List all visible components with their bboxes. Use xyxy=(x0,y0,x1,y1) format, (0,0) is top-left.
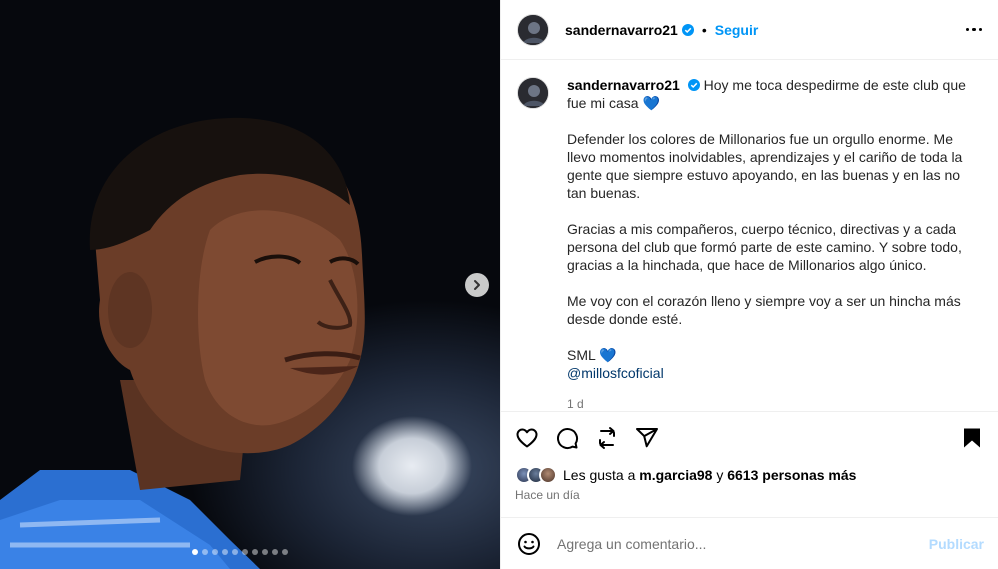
mention-link[interactable]: @millosfcoficial xyxy=(567,364,967,382)
author-username[interactable]: sandernavarro21 xyxy=(565,22,678,38)
post-sidebar: sandernavarro21 • Seguir sandernavarro21… xyxy=(500,0,998,569)
carousel-dot xyxy=(192,549,198,555)
separator-dot: • xyxy=(701,21,707,38)
next-slide-button[interactable] xyxy=(465,273,489,297)
more-options-icon[interactable] xyxy=(965,27,982,32)
caption-paragraph-2: Defender los colores de Millonarios fue … xyxy=(567,131,967,201)
caption-signature-line: SML 💙 xyxy=(567,346,967,364)
blue-heart-emoji: 💙 xyxy=(642,95,660,111)
carousel-dot xyxy=(262,549,268,555)
likes-summary: Les gusta a m.garcia98 y 6613 personas m… xyxy=(515,466,984,484)
emoji-icon[interactable] xyxy=(517,532,541,556)
likes-joiner: y xyxy=(716,467,724,483)
follow-button[interactable]: Seguir xyxy=(715,22,759,38)
carousel-dot xyxy=(252,549,258,555)
post-header: sandernavarro21 • Seguir xyxy=(501,0,998,60)
avatar xyxy=(539,466,557,484)
caption-text: sandernavarro21 Hoy me toca despedirme d… xyxy=(567,76,967,411)
carousel-dot xyxy=(272,549,278,555)
caption-avatar[interactable] xyxy=(517,77,549,109)
comment-icon[interactable] xyxy=(555,426,579,450)
blue-heart-emoji: 💙 xyxy=(599,347,617,363)
caption-timestamp[interactable]: 1 d xyxy=(567,395,967,411)
caption-section: sandernavarro21 Hoy me toca despedirme d… xyxy=(501,60,998,411)
verified-badge-icon xyxy=(681,23,694,36)
repost-icon[interactable] xyxy=(595,426,619,450)
author-avatar[interactable] xyxy=(517,13,549,46)
caption-first-line: sandernavarro21 Hoy me toca despedirme d… xyxy=(567,76,967,112)
carousel-dot xyxy=(242,549,248,555)
caption-paragraph-4: Me voy con el corazón lleno y siempre vo… xyxy=(567,293,965,327)
comment-bar: Publicar xyxy=(501,517,998,569)
likes-others-link[interactable]: 6613 personas más xyxy=(727,467,856,483)
comment-input[interactable] xyxy=(557,535,929,552)
carousel-dot xyxy=(232,549,238,555)
caption-signature: SML xyxy=(567,347,596,363)
carousel-dot xyxy=(202,549,208,555)
bookmark-icon[interactable] xyxy=(960,426,984,450)
chevron-right-icon xyxy=(474,280,480,290)
share-icon[interactable] xyxy=(635,426,659,450)
carousel-dot xyxy=(212,549,218,555)
verified-badge-icon xyxy=(687,79,700,91)
liker-avatars xyxy=(515,466,557,484)
post-actions: Les gusta a m.garcia98 y 6613 personas m… xyxy=(501,411,998,569)
likes-prefix: Les gusta a xyxy=(563,467,636,483)
post-date: Hace un día xyxy=(515,488,580,502)
caption-username[interactable]: sandernavarro21 xyxy=(567,77,680,93)
carousel-dot xyxy=(222,549,228,555)
carousel-indicator xyxy=(0,549,500,555)
post-photo xyxy=(0,117,365,569)
post-media[interactable] xyxy=(0,0,500,569)
carousel-dot xyxy=(282,549,288,555)
publish-button[interactable]: Publicar xyxy=(929,536,984,552)
heart-icon[interactable] xyxy=(515,426,539,450)
liker-username[interactable]: m.garcia98 xyxy=(639,467,712,483)
caption-paragraph-3: Gracias a mis compañeros, cuerpo técnico… xyxy=(567,221,966,273)
